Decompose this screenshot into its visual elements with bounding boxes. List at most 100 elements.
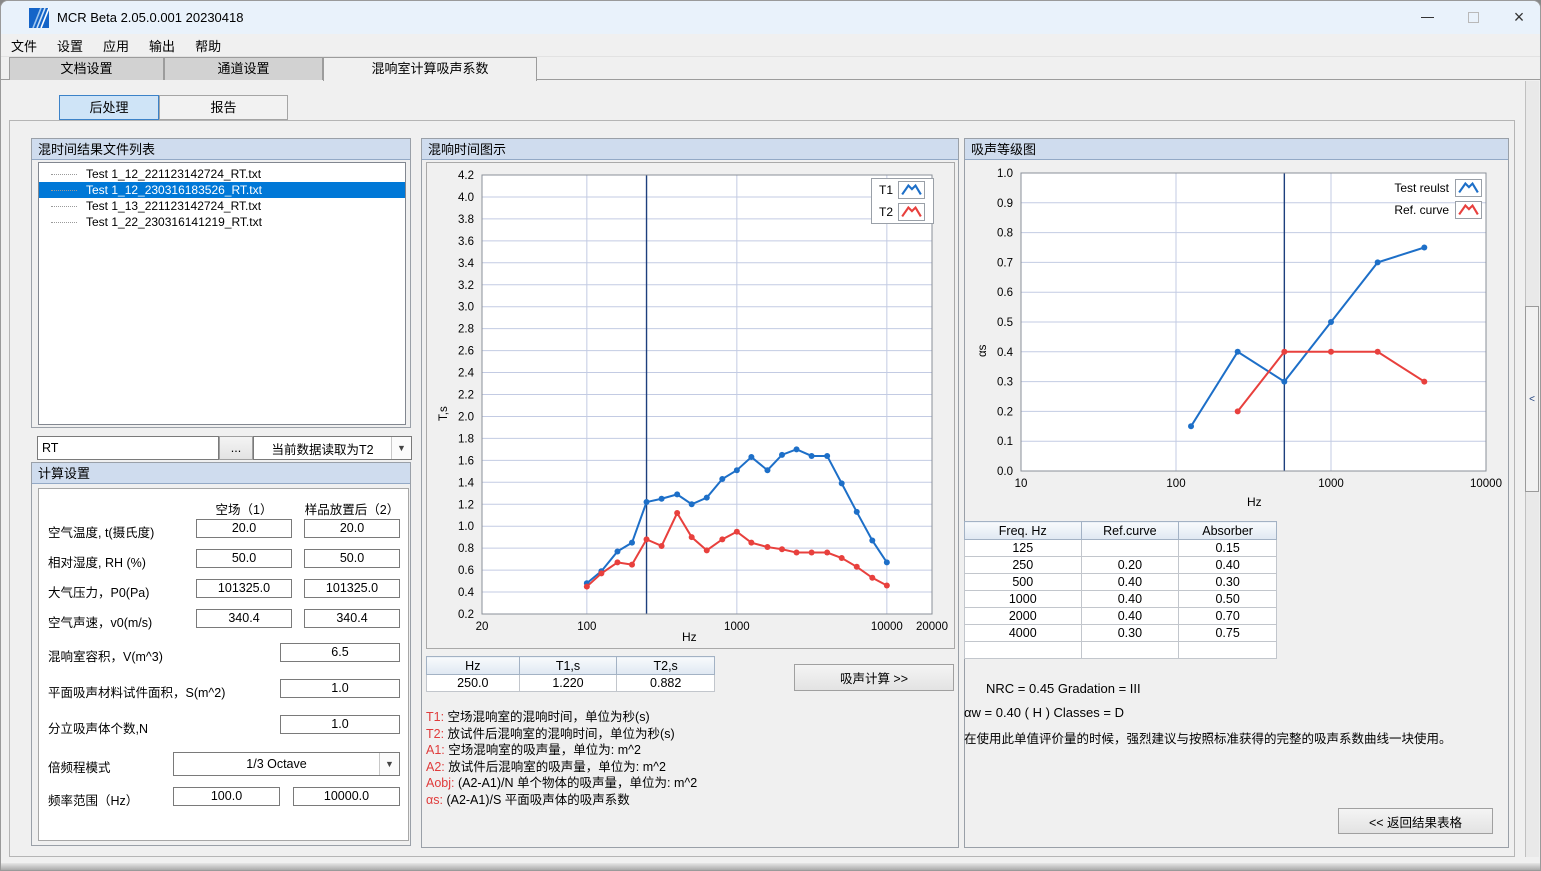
pressure-field-2[interactable]: 101325.0	[304, 579, 400, 598]
column-header-with-sample: 样品放置后（2）	[291, 499, 413, 518]
menu-help[interactable]: 帮助	[185, 33, 231, 58]
humidity-field-2[interactable]: 50.0	[304, 549, 400, 568]
tree-branch-icon	[51, 206, 77, 207]
minimize-button[interactable]	[1404, 1, 1450, 34]
svg-text:1.4: 1.4	[458, 477, 475, 489]
legend-curve-icon-t1	[898, 181, 925, 199]
browse-button[interactable]: ...	[219, 436, 253, 460]
svg-text:1.6: 1.6	[458, 455, 474, 467]
data-read-combo[interactable]: 当前数据读取为T2 ▼	[253, 436, 412, 460]
absorption-calc-button[interactable]: 吸声计算 >>	[794, 664, 954, 691]
octave-mode-value: 1/3 Octave	[174, 757, 379, 771]
menu-apply[interactable]: 应用	[93, 33, 139, 58]
menu-file[interactable]: 文件	[1, 33, 47, 58]
subtab-postprocess[interactable]: 后处理	[59, 95, 159, 120]
maximize-button[interactable]	[1450, 1, 1496, 34]
column-header-empty-room: 空场（1）	[196, 499, 292, 518]
tab-channel-settings[interactable]: 通道设置	[164, 57, 323, 80]
chevron-down-icon: ▼	[379, 753, 399, 775]
sound-speed-field-1[interactable]: 340.4	[196, 609, 292, 628]
window-bottom-edge	[1, 863, 1541, 871]
svg-text:0.8: 0.8	[997, 228, 1013, 240]
close-button[interactable]: ×	[1496, 1, 1541, 34]
svg-text:0.6: 0.6	[458, 565, 474, 577]
list-item[interactable]: Test 1_12_221123142724_RT.txt	[39, 166, 405, 182]
svg-text:10000: 10000	[871, 621, 903, 633]
legend-label-t2: T2	[879, 205, 893, 219]
svg-text:0.2: 0.2	[997, 406, 1013, 418]
calc-settings-title: 计算设置	[32, 463, 410, 484]
svg-text:100: 100	[577, 621, 596, 633]
cell-t2: 0.882	[617, 675, 715, 692]
calc-settings-form: 空场（1） 样品放置后（2） 空气温度, t(摄氏度) 20.0 20.0 相对…	[38, 488, 409, 841]
svg-text:4.2: 4.2	[458, 170, 474, 182]
col-header-refcurve: Ref.curve	[1081, 522, 1179, 540]
subtab-report[interactable]: 报告	[159, 95, 288, 120]
sound-speed-field-2[interactable]: 340.4	[304, 609, 400, 628]
tab-page: 后处理 报告 混时间结果文件列表 Test 1_12_221123142724_…	[4, 80, 1539, 863]
file-list-group: 混时间结果文件列表 Test 1_12_221123142724_RT.txt …	[31, 138, 411, 428]
note-label: αs:	[426, 793, 443, 807]
table-row: 2500.200.40	[965, 557, 1277, 574]
svg-text:20000: 20000	[916, 621, 948, 633]
tab-reverb-absorption[interactable]: 混响室计算吸声系数	[323, 57, 537, 81]
svg-text:0.4: 0.4	[458, 587, 475, 599]
menu-settings[interactable]: 设置	[47, 33, 93, 58]
freq-range-to-field[interactable]: 10000.0	[293, 787, 400, 806]
absorber-count-field[interactable]: 1.0	[280, 715, 400, 734]
note-label: T2:	[426, 727, 444, 741]
panel-collapse-handle[interactable]: <	[1525, 306, 1539, 492]
cell-freq: 250.0	[427, 675, 520, 692]
list-item[interactable]: Test 1_22_230316141219_RT.txt	[39, 214, 405, 230]
tree-branch-icon	[51, 190, 77, 191]
advice-text: 在使用此单值评价量的时候，强烈建议与按照标准获得的完整的吸声系数曲线一块使用。	[964, 728, 1452, 747]
menu-output[interactable]: 输出	[139, 33, 185, 58]
svg-text:0.7: 0.7	[997, 257, 1013, 269]
absorber-count-label: 分立吸声体个数,N	[48, 718, 148, 737]
table-row: 10000.400.50	[965, 591, 1277, 608]
octave-mode-combo[interactable]: 1/3 Octave ▼	[173, 752, 400, 776]
air-temp-field-1[interactable]: 20.0	[196, 519, 292, 538]
col-header-hz: Hz	[427, 657, 520, 675]
humidity-field-1[interactable]: 50.0	[196, 549, 292, 568]
humidity-label: 相对湿度, RH (%)	[48, 552, 146, 571]
svg-text:1.2: 1.2	[458, 499, 474, 511]
air-temp-label: 空气温度, t(摄氏度)	[48, 522, 154, 541]
svg-text:2.2: 2.2	[458, 390, 474, 402]
table-row: 40000.300.75	[965, 625, 1277, 642]
svg-text:10: 10	[1015, 478, 1028, 490]
calc-settings-group: 计算设置 空场（1） 样品放置后（2） 空气温度, t(摄氏度) 20.0 20…	[31, 462, 411, 846]
legend-label-t1: T1	[879, 183, 893, 197]
svg-text:100: 100	[1166, 478, 1185, 490]
svg-text:1.0: 1.0	[997, 168, 1013, 180]
freq-range-from-field[interactable]: 100.0	[173, 787, 280, 806]
rt-name-input[interactable]: RT	[37, 436, 219, 460]
rating-chart-xlabel: Hz	[1247, 495, 1262, 509]
legend-curve-icon-ref	[1455, 201, 1482, 219]
col-header-t2: T2,s	[617, 657, 715, 675]
list-item[interactable]: Test 1_13_221123142724_RT.txt	[39, 198, 405, 214]
sample-area-field[interactable]: 1.0	[280, 679, 400, 698]
rt-file-list[interactable]: Test 1_12_221123142724_RT.txt Test 1_12_…	[38, 162, 406, 425]
collapse-left-icon: <	[1529, 394, 1535, 405]
data-read-combo-value: 当前数据读取为T2	[254, 439, 391, 458]
chevron-down-icon: ▼	[391, 437, 411, 459]
room-volume-field[interactable]: 6.5	[280, 643, 400, 662]
svg-text:0.5: 0.5	[997, 317, 1013, 329]
table-row: 1250.15	[965, 540, 1277, 557]
return-results-button[interactable]: << 返回结果表格	[1338, 808, 1493, 834]
tab-document-settings[interactable]: 文档设置	[9, 57, 164, 80]
svg-text:20: 20	[476, 621, 489, 633]
list-item-selected[interactable]: Test 1_12_230316183526_RT.txt	[39, 182, 405, 198]
svg-text:3.8: 3.8	[458, 214, 474, 226]
pressure-field-1[interactable]: 101325.0	[196, 579, 292, 598]
legend-curve-icon-test	[1455, 179, 1482, 197]
svg-text:0.6: 0.6	[997, 287, 1013, 299]
svg-text:3.2: 3.2	[458, 280, 474, 292]
air-temp-field-2[interactable]: 20.0	[304, 519, 400, 538]
sound-speed-label: 空气声速，v0(m/s)	[48, 612, 152, 631]
svg-text:2.4: 2.4	[458, 368, 475, 380]
svg-text:10000: 10000	[1470, 478, 1502, 490]
rt-notes: T1: 空场混响室的混响时间，单位为秒(s) T2: 放试件后混响室的混响时间，…	[426, 709, 697, 808]
col-header-freq: Freq. Hz	[965, 522, 1082, 540]
